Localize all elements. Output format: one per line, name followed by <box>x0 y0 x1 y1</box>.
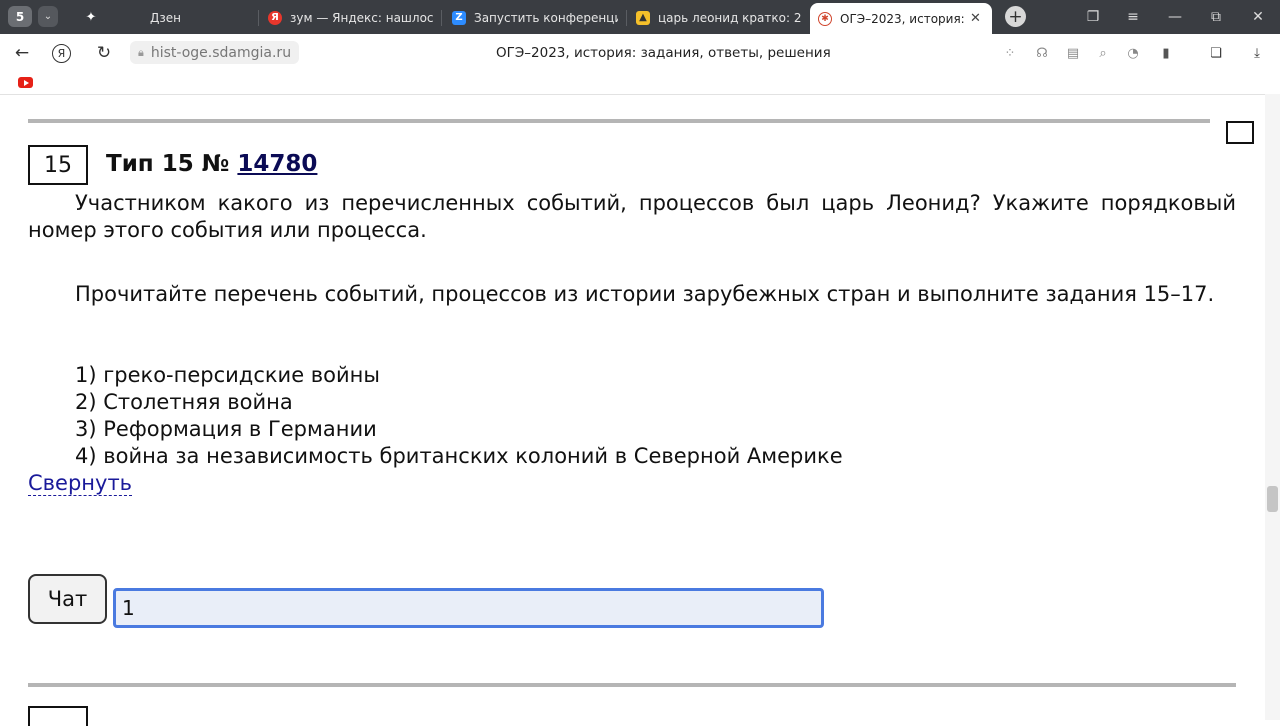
close-window-icon[interactable]: ✕ <box>1248 7 1268 27</box>
next-task-number <box>28 706 88 726</box>
option-item: 3) Реформация в Германии <box>75 417 377 441</box>
instruction-text: Прочитайте перечень событий, процессов и… <box>75 282 1215 306</box>
collections-panel-icon[interactable]: ❏ <box>1208 45 1224 61</box>
tab-images[interactable]: ▲ царь леонид кратко: 2 ты <box>636 5 802 30</box>
collapse-link[interactable]: Свернуть <box>28 471 133 496</box>
restore-icon[interactable]: ⧉ <box>1206 7 1226 27</box>
option-item: 4) война за независимость британских кол… <box>75 444 843 468</box>
scrollbar-thumb[interactable] <box>1267 486 1278 512</box>
tab-yandex-search[interactable]: Я зум — Яндекс: нашлось 5 <box>268 5 434 30</box>
tab-zen[interactable]: ✦ Дзен <box>84 5 254 30</box>
url-text: hist-oge.sdamgia.ru <box>150 44 292 61</box>
sdamgia-icon: ✱ <box>818 11 832 26</box>
chevron-down-icon[interactable]: ⌄ <box>38 6 58 27</box>
bookmarks-bar <box>0 72 1280 95</box>
navigation-bar: ← Я ↻ 🔒︎ hist-oge.sdamgia.ru ОГЭ–2023, и… <box>0 34 1280 72</box>
tab-zoom[interactable]: Z Запустить конференцию <box>452 5 618 30</box>
headphones-icon[interactable]: ☊ <box>1034 45 1050 61</box>
task-number: 15 <box>28 145 88 185</box>
tab-strip: 5 ⌄ ✦ Дзен Я зум — Яндекс: нашлось 5 Z З… <box>0 0 1280 34</box>
task-type: Тип 15 № <box>106 151 238 177</box>
images-icon: ▲ <box>636 10 650 25</box>
page-title: ОГЭ–2023, история: задания, ответы, реше… <box>496 45 831 61</box>
extensions-icon[interactable]: ⁘ <box>1002 45 1018 61</box>
separator-bottom <box>28 683 1236 687</box>
tab-sdamgia[interactable]: ✱ ОГЭ–2023, история: за ✕ <box>810 3 992 34</box>
zen-icon: ✦ <box>85 10 97 25</box>
scrollbar[interactable] <box>1265 94 1280 720</box>
back-icon[interactable]: ← <box>11 42 33 64</box>
chat-button[interactable]: Чат <box>28 574 107 624</box>
reload-icon[interactable]: ↻ <box>93 42 115 64</box>
new-tab-button[interactable]: + <box>1005 6 1026 27</box>
yandex-logo-icon[interactable]: Я <box>52 44 71 63</box>
checkbox-icon[interactable] <box>1226 121 1254 144</box>
address-bar[interactable]: 🔒︎ hist-oge.sdamgia.ru <box>130 41 300 64</box>
menu-icon[interactable]: ≡ <box>1123 7 1143 27</box>
task-heading: Тип 15 № 14780 <box>106 151 317 177</box>
tab-label: Дзен <box>150 10 181 25</box>
notifications-icon[interactable]: ◔ <box>1125 45 1141 61</box>
profile-badge[interactable]: 5 <box>8 6 32 27</box>
tab-label: зум — Яндекс: нашлось 5 <box>290 10 434 25</box>
answer-input[interactable] <box>113 588 824 628</box>
close-icon[interactable]: ✕ <box>970 11 981 26</box>
reader-icon[interactable]: ▤ <box>1065 45 1081 61</box>
option-item: 1) греко-персидские войны <box>75 363 380 387</box>
task-id-link[interactable]: 14780 <box>237 151 317 177</box>
download-icon[interactable]: ⤓ <box>1249 45 1265 61</box>
zoom-icon: Z <box>452 10 466 25</box>
tab-label: ОГЭ–2023, история: за <box>840 11 964 26</box>
option-item: 2) Столетняя война <box>75 390 293 414</box>
yandex-icon: Я <box>268 10 282 25</box>
separator-top <box>28 119 1210 123</box>
bookmark-icon[interactable]: ▮ <box>1158 45 1174 61</box>
collections-icon[interactable]: ❐ <box>1083 7 1103 27</box>
youtube-icon[interactable] <box>18 77 33 88</box>
tab-label: царь леонид кратко: 2 ты <box>658 10 802 25</box>
zoom-icon[interactable]: ⌕ <box>1095 45 1111 61</box>
question-text: Участником какого из перечисленных событ… <box>28 191 1236 242</box>
minimize-icon[interactable]: — <box>1165 7 1185 27</box>
lock-icon: 🔒︎ <box>138 45 144 59</box>
tab-label: Запустить конференцию <box>474 10 618 25</box>
